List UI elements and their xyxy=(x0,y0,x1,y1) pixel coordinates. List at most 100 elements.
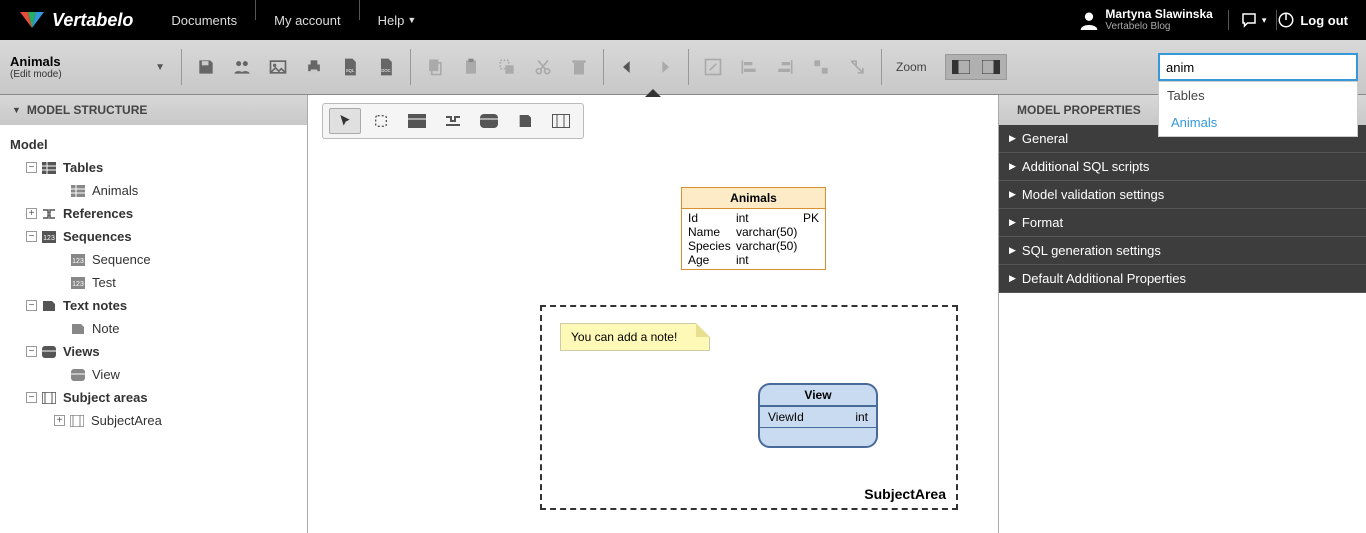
align-top-button[interactable] xyxy=(807,53,835,81)
cursor-icon xyxy=(337,113,353,129)
redo-button[interactable] xyxy=(650,53,678,81)
sequence-icon: 123 xyxy=(70,276,86,290)
chat-button[interactable]: ▾ xyxy=(1239,11,1267,29)
tool-select[interactable] xyxy=(329,108,361,134)
search-dropdown-heading: Tables xyxy=(1159,82,1357,109)
collapse-icon[interactable]: − xyxy=(26,300,37,311)
area-icon xyxy=(41,391,57,405)
image-button[interactable] xyxy=(264,53,292,81)
tree-note-item[interactable]: Note xyxy=(0,317,307,340)
arrow-left-icon xyxy=(617,57,639,77)
collapse-icon[interactable]: − xyxy=(26,231,37,242)
doc-icon: DOC xyxy=(376,57,396,77)
document-selector[interactable]: Animals (Edit mode) ▼ xyxy=(0,48,175,86)
right-panel: MODEL PROPERTIES ▶General ▶Additional SQ… xyxy=(998,95,1366,533)
model-tree: Model −Tables Animals +References −123Se… xyxy=(0,125,307,440)
brand-text: Vertabelo xyxy=(52,10,133,31)
users-icon xyxy=(232,57,252,77)
tree-tables[interactable]: −Tables xyxy=(0,156,307,179)
print-button[interactable] xyxy=(300,53,328,81)
view-header: View xyxy=(760,385,876,407)
share-button[interactable] xyxy=(228,53,256,81)
nav-documents[interactable]: Documents xyxy=(153,0,255,40)
doc-button[interactable]: DOC xyxy=(372,53,400,81)
paste-button[interactable] xyxy=(457,53,485,81)
expand-icon[interactable]: + xyxy=(26,208,37,219)
logo[interactable]: Vertabelo xyxy=(0,8,153,32)
paste-icon xyxy=(461,57,481,77)
pencil-button[interactable] xyxy=(699,53,727,81)
tree-view-item[interactable]: View xyxy=(0,363,307,386)
copy-button[interactable] xyxy=(421,53,449,81)
save-button[interactable] xyxy=(192,53,220,81)
note-icon xyxy=(517,113,533,129)
sequence-icon: 123 xyxy=(70,253,86,267)
tool-view[interactable] xyxy=(473,108,505,134)
duplicate-button[interactable] xyxy=(493,53,521,81)
er-table-animals[interactable]: Animals IdintPK Namevarchar(50) Speciesv… xyxy=(681,187,826,270)
canvas[interactable]: Animals IdintPK Namevarchar(50) Speciesv… xyxy=(308,95,998,533)
area-icon xyxy=(552,114,570,128)
collapse-icon[interactable]: − xyxy=(26,162,37,173)
doc-mode: (Edit mode) xyxy=(10,69,62,80)
arrow-right-icon xyxy=(653,57,675,77)
tool-marquee[interactable] xyxy=(365,108,397,134)
tree-sequences[interactable]: −123Sequences xyxy=(0,225,307,248)
delete-button[interactable] xyxy=(565,53,593,81)
tree-references[interactable]: +References xyxy=(0,202,307,225)
er-table-body: IdintPK Namevarchar(50) Speciesvarchar(5… xyxy=(682,209,825,269)
svg-text:SQL: SQL xyxy=(346,68,355,73)
table-row[interactable]: Speciesvarchar(50) xyxy=(688,239,819,253)
align-right-button[interactable] xyxy=(771,53,799,81)
tree-table-animals[interactable]: Animals xyxy=(0,179,307,202)
tree-root[interactable]: Model xyxy=(0,133,307,156)
nav-help[interactable]: Help▼ xyxy=(360,0,435,40)
section-format[interactable]: ▶Format xyxy=(999,209,1366,237)
layout-left-panel-toggle[interactable] xyxy=(946,55,976,79)
collapse-icon[interactable]: − xyxy=(26,392,37,403)
tree-subjectarea-item[interactable]: +SubjectArea xyxy=(0,409,307,432)
layout-right-panel-toggle[interactable] xyxy=(976,55,1006,79)
undo-button[interactable] xyxy=(614,53,642,81)
section-additional-sql[interactable]: ▶Additional SQL scripts xyxy=(999,153,1366,181)
tree-sequence-item[interactable]: 123Sequence xyxy=(0,248,307,271)
search-result-animals[interactable]: Animals xyxy=(1159,109,1357,136)
tree-sequence-test[interactable]: 123Test xyxy=(0,271,307,294)
table-row[interactable]: Namevarchar(50) xyxy=(688,225,819,239)
cut-button[interactable] xyxy=(529,53,557,81)
table-icon xyxy=(408,114,426,128)
canvas-area[interactable]: Animals IdintPK Namevarchar(50) Speciesv… xyxy=(308,95,998,533)
duplicate-icon xyxy=(497,57,517,77)
align-left-button[interactable] xyxy=(735,53,763,81)
save-icon xyxy=(196,57,216,77)
er-table-header: Animals xyxy=(682,188,825,209)
reference-icon xyxy=(41,207,57,221)
tree-subjectareas[interactable]: −Subject areas xyxy=(0,386,307,409)
tree-textnotes[interactable]: −Text notes xyxy=(0,294,307,317)
note-fold-icon xyxy=(696,323,710,337)
tool-note[interactable] xyxy=(509,108,541,134)
sequence-icon: 123 xyxy=(41,230,57,244)
section-sql-generation[interactable]: ▶SQL generation settings xyxy=(999,237,1366,265)
collapse-icon[interactable]: − xyxy=(26,346,37,357)
triangle-right-icon: ▶ xyxy=(1009,217,1016,228)
table-row[interactable]: Ageint xyxy=(688,253,819,267)
er-view-box[interactable]: View ViewIdint xyxy=(758,383,878,448)
tool-area[interactable] xyxy=(545,108,577,134)
search-input[interactable] xyxy=(1158,53,1358,81)
nav-my-account[interactable]: My account xyxy=(256,0,358,40)
sticky-note[interactable]: You can add a note! xyxy=(560,323,710,351)
shortcut-button[interactable] xyxy=(843,53,871,81)
tool-table[interactable] xyxy=(401,108,433,134)
sql-button[interactable]: SQL xyxy=(336,53,364,81)
tree-views[interactable]: −Views xyxy=(0,340,307,363)
section-validation[interactable]: ▶Model validation settings xyxy=(999,181,1366,209)
section-default-props[interactable]: ▶Default Additional Properties xyxy=(999,265,1366,293)
tool-reference[interactable] xyxy=(437,108,469,134)
user-block[interactable]: Martyna Slawinska Vertabelo Blog xyxy=(1079,8,1212,32)
table-row[interactable]: IdintPK xyxy=(688,211,819,225)
model-structure-header[interactable]: ▼ MODEL STRUCTURE xyxy=(0,95,307,125)
expand-icon[interactable]: + xyxy=(54,415,65,426)
table-icon xyxy=(41,161,57,175)
logout-button[interactable]: Log out xyxy=(1277,11,1348,29)
